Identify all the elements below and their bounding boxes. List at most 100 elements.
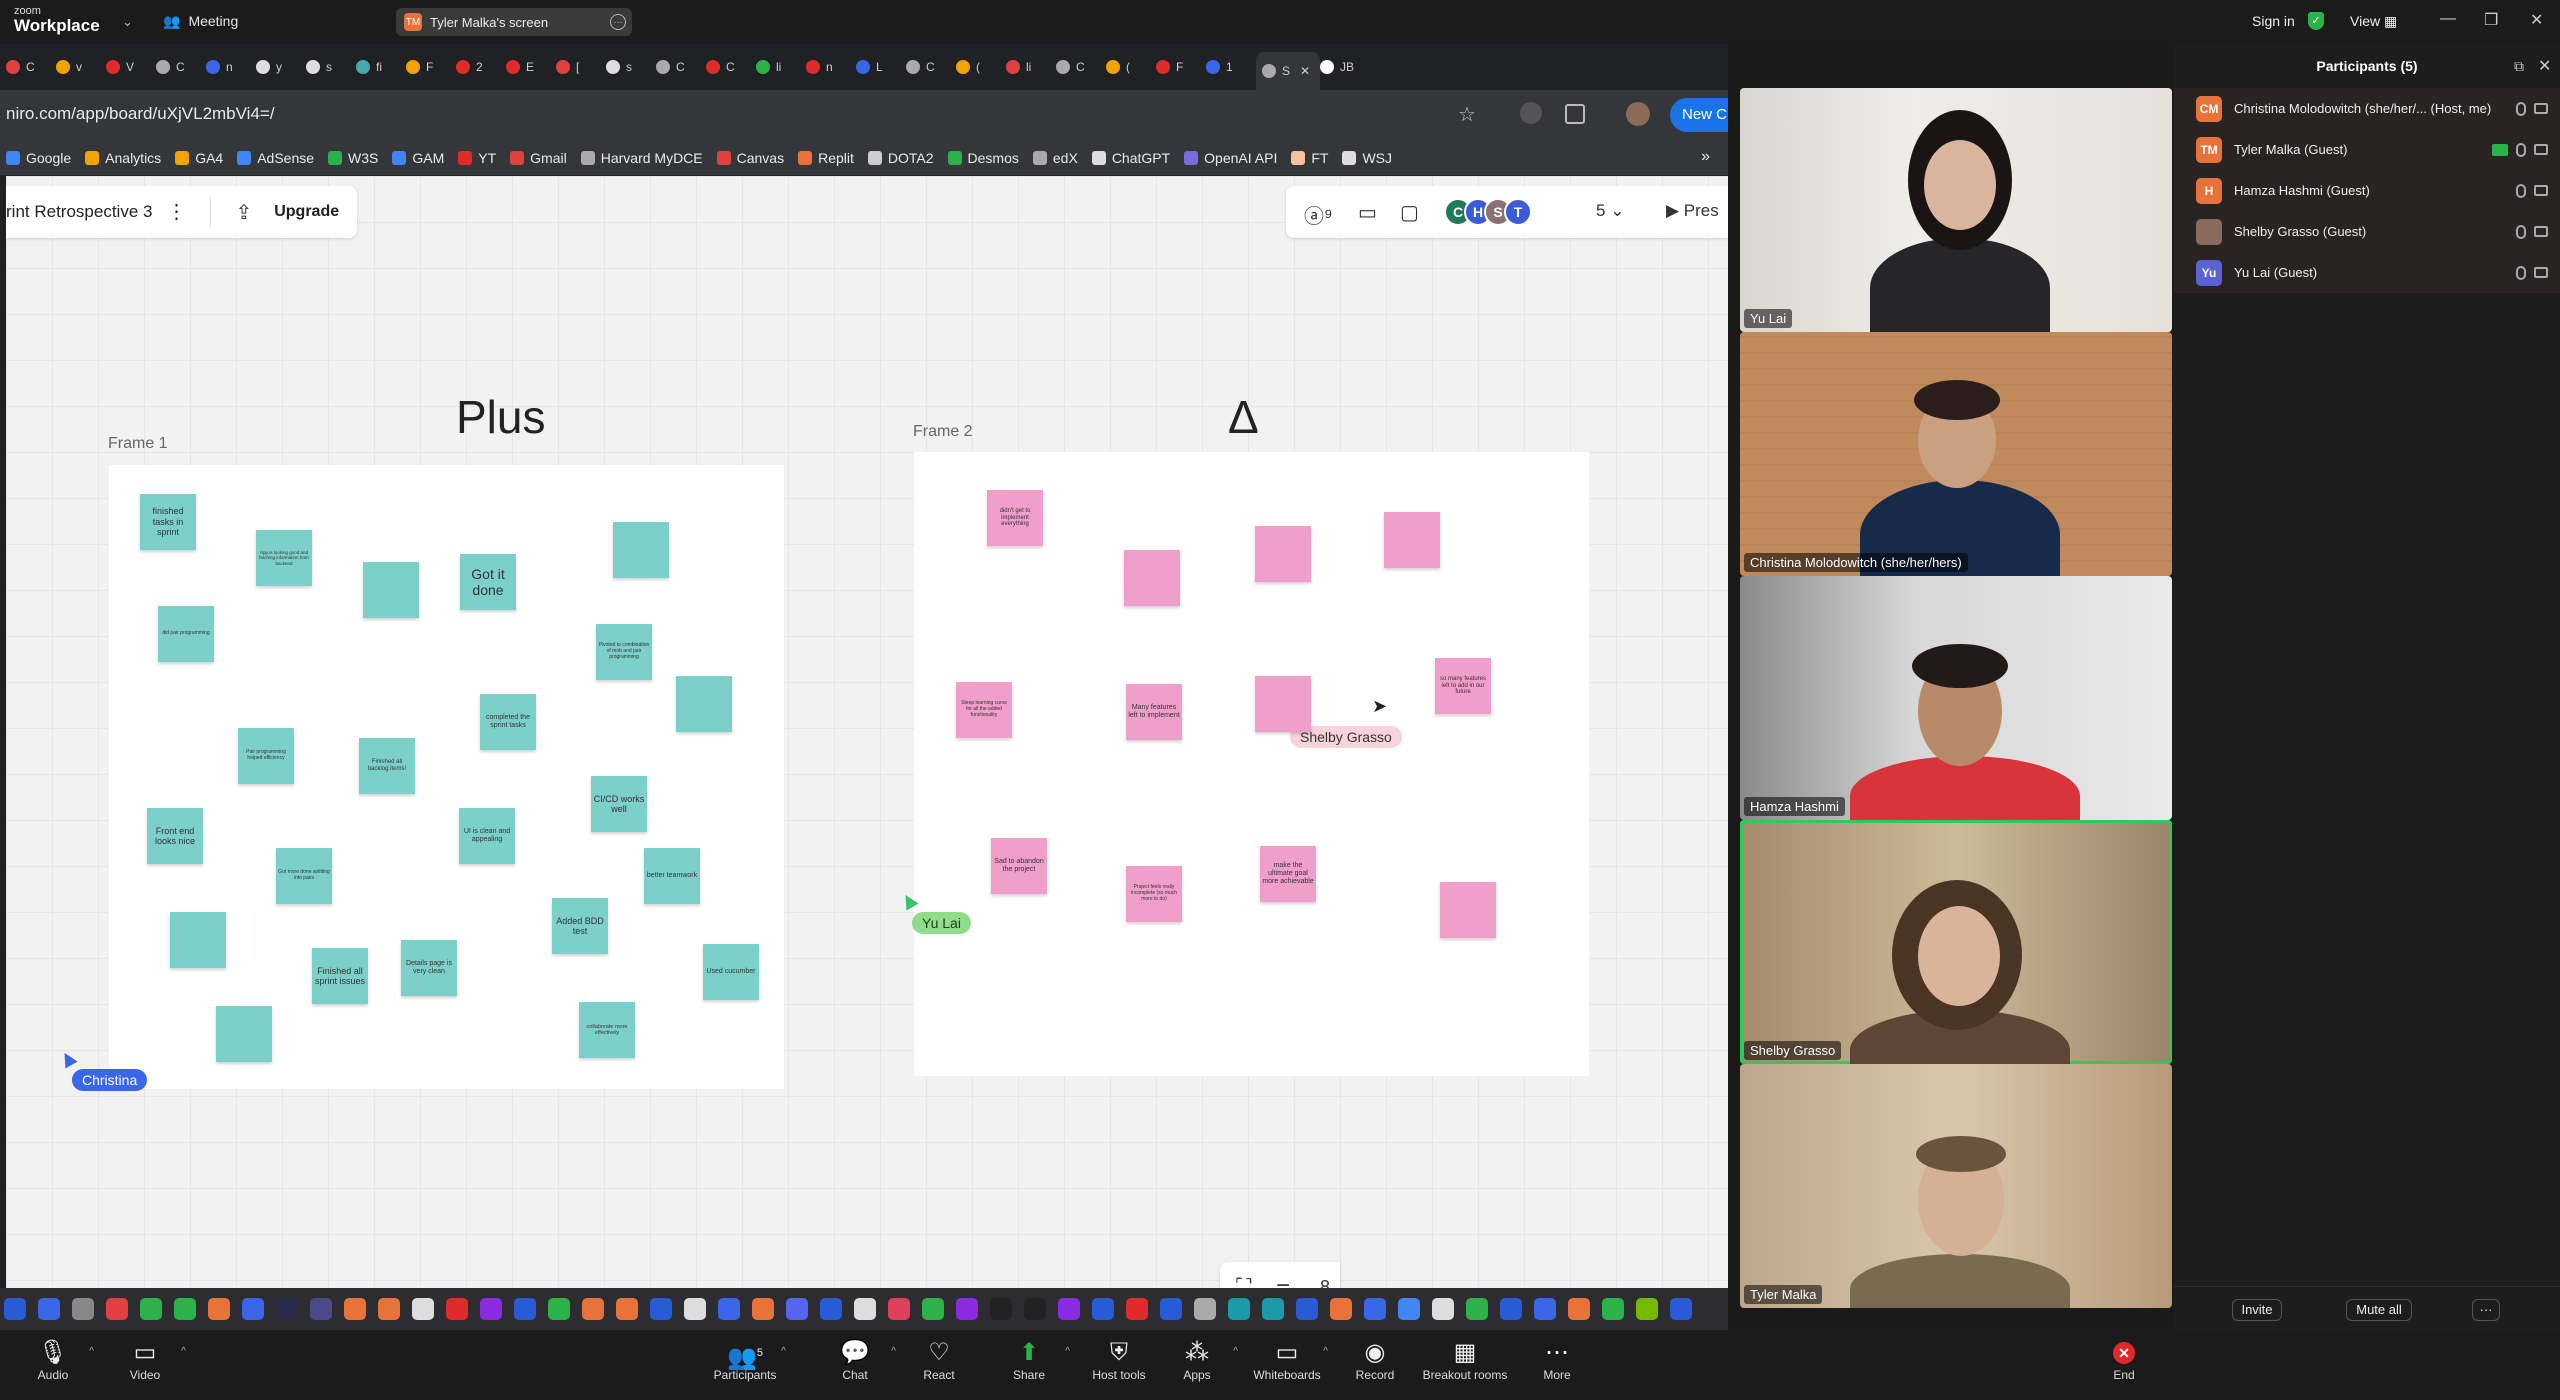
dock-app-icon[interactable]: [854, 1298, 876, 1320]
dock-app-icon[interactable]: [752, 1298, 774, 1320]
dock-app-icon[interactable]: [514, 1298, 536, 1320]
sticky-note-plus[interactable]: better teamwork: [644, 848, 700, 904]
camera-icon[interactable]: [2534, 226, 2548, 237]
zoom-level[interactable]: 8: [1320, 1277, 1330, 1288]
dock-app-icon[interactable]: [446, 1298, 468, 1320]
sticky-note-plus[interactable]: Pair programming helped efficiency: [238, 728, 294, 784]
dock-app-icon[interactable]: [1228, 1298, 1250, 1320]
dock-app-icon[interactable]: [378, 1298, 400, 1320]
browser-tab[interactable]: (: [956, 52, 1006, 82]
end-button[interactable]: ✕ End: [2094, 1338, 2154, 1382]
profile-avatar[interactable]: [1626, 102, 1650, 126]
bookmark-item[interactable]: Google: [6, 150, 71, 166]
browser-tab[interactable]: 2: [456, 52, 506, 82]
browser-tab[interactable]: JB: [1320, 52, 1370, 82]
participant-row[interactable]: TM Tyler Malka (Guest): [2174, 129, 2560, 170]
browser-tab[interactable]: C: [6, 52, 56, 82]
miro-board[interactable]: rint Retrospective 3 ⋮ ⇪ Upgrade ⓐ⁹ ▭ ▢ …: [6, 176, 1728, 1288]
video-call-icon[interactable]: ▢: [1400, 200, 1419, 225]
minimize-icon[interactable]: —: [2440, 10, 2456, 28]
zoom-out-icon[interactable]: −: [1276, 1272, 1290, 1288]
browser-tab[interactable]: n: [206, 52, 256, 82]
close-icon[interactable]: ✕: [2530, 10, 2543, 30]
extension-icon[interactable]: [1520, 102, 1542, 124]
new-chat-button[interactable]: New C: [1670, 98, 1728, 132]
sticky-note-delta[interactable]: [1255, 526, 1311, 582]
browser-tab[interactable]: C: [656, 52, 706, 82]
dock-app-icon[interactable]: [1364, 1298, 1386, 1320]
chevron-up-icon[interactable]: ^: [1323, 1346, 1328, 1357]
sticky-note-delta[interactable]: Steep learning curve for all the added f…: [956, 682, 1012, 738]
browser-tab[interactable]: fi: [356, 52, 406, 82]
sticky-note-plus[interactable]: Front end looks nice: [147, 808, 203, 864]
participants-button[interactable]: 👥5 Participants ^: [700, 1338, 790, 1382]
browser-tab[interactable]: C: [706, 52, 756, 82]
sticky-note-plus[interactable]: Pivoted to combination of mob and pair p…: [596, 624, 652, 680]
sticky-note-plus[interactable]: [170, 912, 226, 968]
browser-tab[interactable]: y: [256, 52, 306, 82]
sticky-note-delta[interactable]: [1124, 550, 1180, 606]
chevron-up-icon[interactable]: ^: [89, 1346, 94, 1357]
browser-tab[interactable]: C: [156, 52, 206, 82]
dock-app-icon[interactable]: [718, 1298, 740, 1320]
browser-tab[interactable]: li: [1006, 52, 1056, 82]
dock-app-icon[interactable]: [956, 1298, 978, 1320]
react-button[interactable]: ♡ React: [894, 1338, 984, 1382]
sticky-note-delta[interactable]: didn't get to implement everything: [987, 490, 1043, 546]
comment-icon[interactable]: ▭: [1358, 200, 1377, 225]
bookmark-item[interactable]: edX: [1032, 150, 1078, 166]
chevron-up-icon[interactable]: ^: [181, 1346, 186, 1357]
browser-tab[interactable]: S ✕: [1256, 52, 1320, 90]
sticky-note-plus[interactable]: [216, 1006, 272, 1062]
chevron-up-icon[interactable]: ^: [1065, 1346, 1070, 1357]
sticky-note-plus[interactable]: Finished all backlog items!: [359, 738, 415, 794]
record-button[interactable]: ◉ Record: [1330, 1338, 1420, 1382]
sticky-note-plus[interactable]: Used cucumber: [703, 944, 759, 1000]
audio-button[interactable]: 🎙 Audio ^: [8, 1338, 98, 1382]
browser-tab[interactable]: li: [756, 52, 806, 82]
sticky-note-plus[interactable]: Added BDD test: [552, 898, 608, 954]
sticky-note-delta[interactable]: [1255, 676, 1311, 732]
mute-all-button[interactable]: Mute all: [2346, 1299, 2412, 1321]
dock-app-icon[interactable]: [1466, 1298, 1488, 1320]
bookmark-item[interactable]: Gmail: [510, 150, 567, 166]
dock-app-icon[interactable]: [684, 1298, 706, 1320]
sticky-note-plus[interactable]: completed the sprint tasks: [480, 694, 536, 750]
bookmark-item[interactable]: DOTA2: [867, 150, 934, 166]
dock-app-icon[interactable]: [1160, 1298, 1182, 1320]
share-button[interactable]: ⬆ Share ^: [984, 1338, 1074, 1382]
microphone-icon[interactable]: [2516, 224, 2526, 239]
browser-tab[interactable]: s: [606, 52, 656, 82]
video-tile[interactable]: Tyler Malka: [1740, 1064, 2172, 1308]
bookmark-item[interactable]: AdSense: [237, 150, 314, 166]
url-field[interactable]: niro.com/app/board/uXjVL2mbVi4=/: [6, 104, 275, 124]
dock-app-icon[interactable]: [888, 1298, 910, 1320]
sticky-note-plus[interactable]: Got it done: [460, 554, 516, 610]
dock-app-icon[interactable]: [174, 1298, 196, 1320]
browser-tab[interactable]: F: [1156, 52, 1206, 82]
sticky-note-plus[interactable]: App is looking good and fetching informa…: [256, 530, 312, 586]
dock-app-icon[interactable]: [1058, 1298, 1080, 1320]
bookmark-item[interactable]: OpenAI API: [1184, 150, 1277, 166]
sticky-note-plus[interactable]: [613, 522, 669, 578]
camera-icon[interactable]: [2534, 144, 2548, 155]
video-button[interactable]: ▭ Video ^: [100, 1338, 190, 1382]
close-tab-icon[interactable]: ✕: [1300, 64, 1310, 78]
microphone-icon[interactable]: [2516, 183, 2526, 198]
bookmark-item[interactable]: Harvard MyDCE: [580, 150, 703, 166]
invite-button[interactable]: Invite: [2232, 1299, 2282, 1321]
browser-tab[interactable]: 1: [1206, 52, 1256, 82]
dock-app-icon[interactable]: [72, 1298, 94, 1320]
host-tools-button[interactable]: ⛨ Host tools: [1074, 1338, 1164, 1382]
extensions-puzzle-icon[interactable]: [1565, 104, 1585, 124]
frame-2-label[interactable]: Frame 2: [913, 423, 973, 441]
browser-tab[interactable]: (: [1106, 52, 1156, 82]
sticky-note-plus[interactable]: [363, 562, 419, 618]
board-title[interactable]: rint Retrospective 3: [6, 202, 166, 222]
dock-app-icon[interactable]: [1262, 1298, 1284, 1320]
camera-icon[interactable]: [2534, 103, 2548, 114]
dock-app-icon[interactable]: [412, 1298, 434, 1320]
sticky-note-plus[interactable]: finished tasks in sprint: [140, 494, 196, 550]
dock-app-icon[interactable]: [480, 1298, 502, 1320]
zoom-logo[interactable]: zoom Workplace: [14, 6, 100, 35]
